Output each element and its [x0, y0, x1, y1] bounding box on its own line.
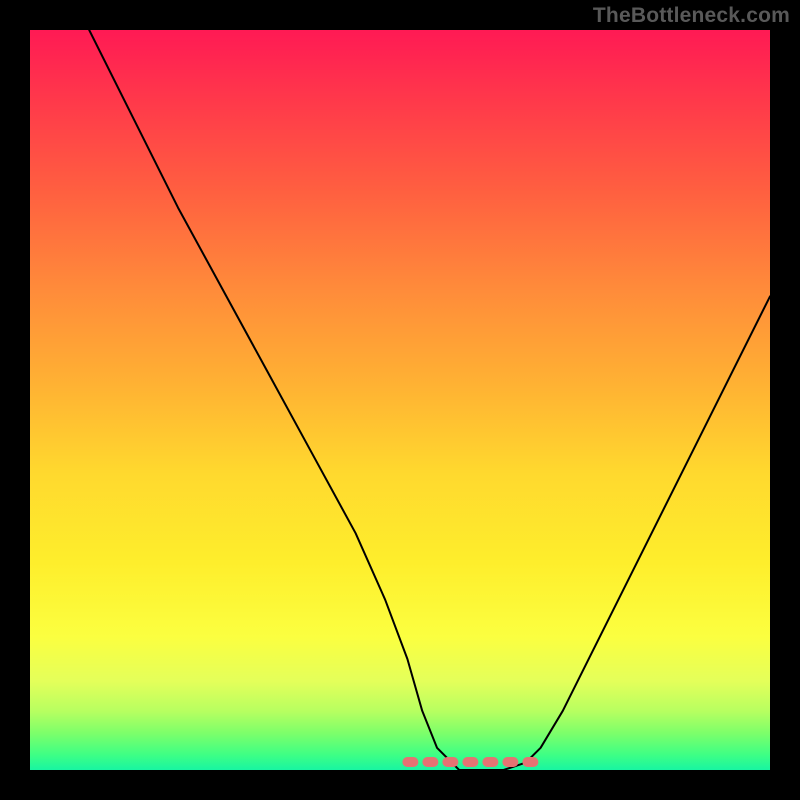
watermark-text: TheBottleneck.com: [593, 4, 790, 28]
bottleneck-curve-path: [89, 30, 770, 770]
chart-plot-area: [30, 30, 770, 770]
chart-svg: [30, 30, 770, 770]
